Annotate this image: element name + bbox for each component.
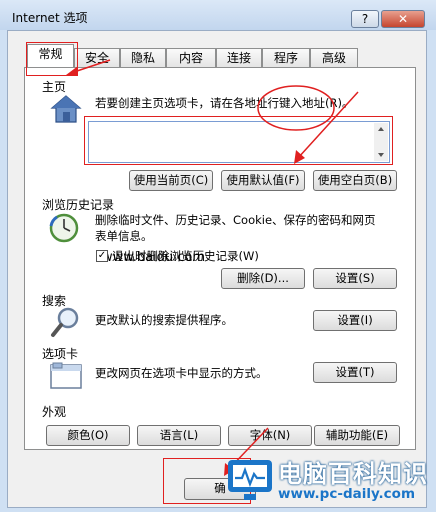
site-watermark: 电脑百科知识 www.pc-daily.com [216,452,436,512]
watermark-url: www.pc-daily.com [278,486,416,502]
tab-arrow [73,59,111,73]
tab-arrow-head [66,66,78,76]
watermark-title: 电脑百科知识 [278,460,428,488]
url-arrow [297,91,359,159]
annotation-arrows [66,59,359,476]
monitor-logo-icon [228,460,272,500]
tab-general[interactable]: 常规 [27,44,74,67]
address-ellipse-mark [257,85,335,131]
